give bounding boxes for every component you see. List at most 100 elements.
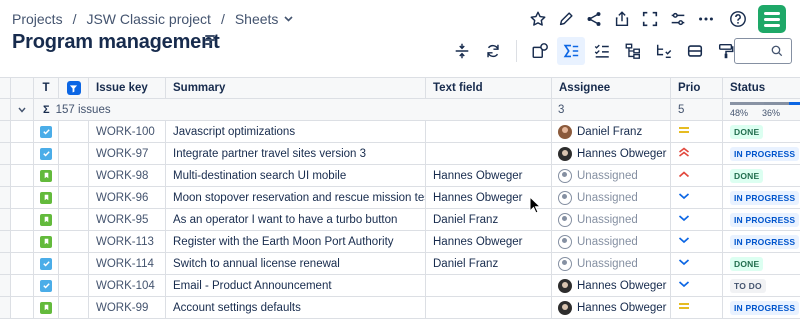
- status-cell[interactable]: IN PROGRESS: [723, 209, 800, 231]
- card-icon[interactable]: [681, 37, 709, 65]
- priority-cell[interactable]: [671, 231, 723, 253]
- assignee-cell[interactable]: Hannes Obweger: [552, 297, 671, 319]
- issue-type-cell[interactable]: [34, 209, 59, 231]
- settings-sliders-icon[interactable]: [664, 5, 692, 33]
- row-select[interactable]: [11, 121, 34, 143]
- issue-type-cell[interactable]: [34, 275, 59, 297]
- collapse-rows-icon[interactable]: [448, 37, 476, 65]
- priority-cell[interactable]: [671, 297, 723, 319]
- search-input[interactable]: [734, 38, 792, 64]
- issue-key[interactable]: WORK-100: [89, 121, 166, 143]
- fullscreen-icon[interactable]: [636, 5, 664, 33]
- table-row[interactable]: WORK-113 Register with the Earth Moon Por…: [0, 231, 800, 253]
- status-cell[interactable]: DONE: [723, 165, 800, 187]
- issue-summary[interactable]: Javascript optimizations: [166, 121, 426, 143]
- breadcrumb-project[interactable]: JSW Classic project: [86, 11, 210, 27]
- sum-icon[interactable]: [557, 37, 585, 65]
- row-select[interactable]: [11, 209, 34, 231]
- status-cell[interactable]: TO DO: [723, 275, 800, 297]
- expand-toggle[interactable]: [11, 99, 34, 121]
- text-field-cell[interactable]: Daniel Franz: [426, 253, 552, 275]
- priority-cell[interactable]: [671, 121, 723, 143]
- app-logo-icon[interactable]: [758, 5, 786, 33]
- text-field-cell[interactable]: [426, 121, 552, 143]
- priority-cell[interactable]: [671, 187, 723, 209]
- row-select[interactable]: [11, 143, 34, 165]
- issue-key[interactable]: WORK-96: [89, 187, 166, 209]
- issue-summary[interactable]: Email - Product Announcement: [166, 275, 426, 297]
- col-header-prio[interactable]: Prio: [671, 77, 723, 99]
- issue-summary[interactable]: Multi-destination search UI mobile: [166, 165, 426, 187]
- col-header-text-field[interactable]: Text field: [426, 77, 552, 99]
- row-select[interactable]: [11, 187, 34, 209]
- more-icon[interactable]: [692, 5, 720, 33]
- breadcrumb-projects[interactable]: Projects: [12, 11, 63, 27]
- filter-icon[interactable]: [66, 81, 81, 95]
- issue-type-cell[interactable]: [34, 143, 59, 165]
- status-cell[interactable]: IN PROGRESS: [723, 143, 800, 165]
- issue-key[interactable]: WORK-113: [89, 231, 166, 253]
- row-select[interactable]: [11, 297, 34, 319]
- checklist-icon[interactable]: [588, 37, 616, 65]
- export-icon[interactable]: [608, 5, 636, 33]
- breadcrumb-sheets[interactable]: Sheets: [235, 11, 279, 27]
- add-field-icon[interactable]: [526, 37, 554, 65]
- issue-key[interactable]: WORK-104: [89, 275, 166, 297]
- status-cell[interactable]: IN PROGRESS: [723, 187, 800, 209]
- assignee-cell[interactable]: Hannes Obweger: [552, 143, 671, 165]
- assignee-cell[interactable]: Daniel Franz: [552, 121, 671, 143]
- priority-cell[interactable]: [671, 209, 723, 231]
- status-cell[interactable]: IN PROGRESS: [723, 297, 800, 319]
- issue-key[interactable]: WORK-95: [89, 209, 166, 231]
- issue-type-cell[interactable]: [34, 121, 59, 143]
- star-icon[interactable]: [524, 5, 552, 33]
- row-select[interactable]: [11, 275, 34, 297]
- row-select[interactable]: [11, 231, 34, 253]
- hierarchy-icon[interactable]: [619, 37, 647, 65]
- assignee-cell[interactable]: Unassigned: [552, 165, 671, 187]
- edit-icon[interactable]: [552, 5, 580, 33]
- issue-type-cell[interactable]: [34, 165, 59, 187]
- table-row[interactable]: WORK-97 Integrate partner travel sites ve…: [0, 143, 800, 165]
- text-field-cell[interactable]: [426, 297, 552, 319]
- priority-cell[interactable]: [671, 253, 723, 275]
- priority-cell[interactable]: [671, 143, 723, 165]
- text-field-cell[interactable]: [426, 275, 552, 297]
- col-header-status[interactable]: Status: [723, 77, 800, 99]
- table-row[interactable]: WORK-98 Multi-destination search UI mobil…: [0, 165, 800, 187]
- assignee-cell[interactable]: Unassigned: [552, 209, 671, 231]
- text-field-cell[interactable]: Hannes Obweger: [426, 165, 552, 187]
- issue-type-cell[interactable]: [34, 297, 59, 319]
- table-row[interactable]: WORK-95 As an operator I want to have a t…: [0, 209, 800, 231]
- status-cell[interactable]: IN PROGRESS: [723, 231, 800, 253]
- priority-cell[interactable]: [671, 275, 723, 297]
- row-select[interactable]: [11, 253, 34, 275]
- text-field-cell[interactable]: Hannes Obweger: [426, 231, 552, 253]
- issue-summary[interactable]: Moon stopover reservation and rescue mis…: [166, 187, 426, 209]
- issue-summary[interactable]: Switch to annual license renewal: [166, 253, 426, 275]
- issue-summary[interactable]: Integrate partner travel sites version 3: [166, 143, 426, 165]
- column-filter[interactable]: [59, 77, 89, 99]
- assignee-cell[interactable]: Hannes Obweger: [552, 275, 671, 297]
- help-icon[interactable]: [724, 5, 752, 33]
- priority-cell[interactable]: [671, 165, 723, 187]
- issue-key[interactable]: WORK-99: [89, 297, 166, 319]
- issue-summary[interactable]: Register with the Earth Moon Port Author…: [166, 231, 426, 253]
- col-header-summary[interactable]: Summary: [166, 77, 426, 99]
- table-row[interactable]: WORK-100 Javascript optimizations Daniel F…: [0, 121, 800, 143]
- issue-type-cell[interactable]: [34, 231, 59, 253]
- table-row[interactable]: WORK-104 Email - Product Announcement Hann…: [0, 275, 800, 297]
- issue-key[interactable]: WORK-97: [89, 143, 166, 165]
- assignee-cell[interactable]: Unassigned: [552, 253, 671, 275]
- col-header-issue-key[interactable]: Issue key: [89, 77, 166, 99]
- row-select[interactable]: [11, 165, 34, 187]
- table-row[interactable]: WORK-114 Switch to annual license renewal…: [0, 253, 800, 275]
- status-cell[interactable]: DONE: [723, 121, 800, 143]
- table-row[interactable]: WORK-99 Account settings defaults Hannes O…: [0, 297, 800, 319]
- share-icon[interactable]: [580, 5, 608, 33]
- issue-type-cell[interactable]: [34, 253, 59, 275]
- issue-summary[interactable]: Account settings defaults: [166, 297, 426, 319]
- col-header-assignee[interactable]: Assignee: [552, 77, 671, 99]
- text-field-cell[interactable]: [426, 143, 552, 165]
- issue-key[interactable]: WORK-98: [89, 165, 166, 187]
